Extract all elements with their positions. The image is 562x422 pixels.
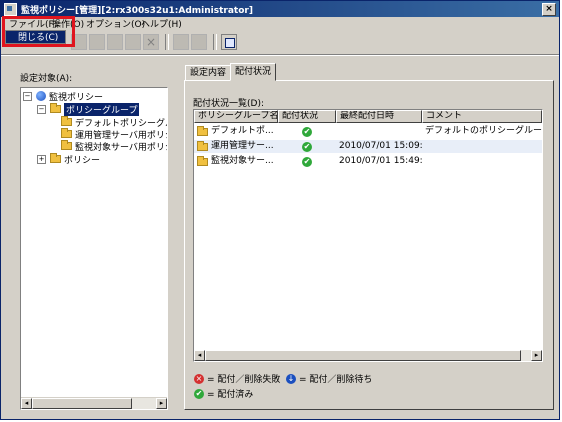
tree-item-monitored-server-policy[interactable]: 監視対象サーバ用ポリシ [61,140,168,153]
toolbar-separator [165,34,169,50]
row-name: 監視対象サー... [211,156,274,166]
tree-item-policy[interactable]: + ポリシー [37,153,101,166]
cell-name: デフォルトポ... [194,125,278,138]
folder-icon [61,140,72,150]
cell-status: ✔ [278,125,336,138]
toolbar-button-4[interactable] [125,34,141,50]
window-title: 監視ポリシー[管理][2:rx300s32u1:Administrator] [21,5,253,16]
check-icon: ✔ [302,141,312,152]
folder-icon [61,128,72,138]
target-label: 設定対象(A): [20,74,73,84]
folder-icon [50,103,61,113]
legend-done-text: = 配付済み [207,390,254,400]
menu-help[interactable]: ヘルプ(H) [136,17,187,30]
tree-item-default-group[interactable]: デフォルトポリシーグル [61,116,167,129]
window-toggle-icon[interactable] [221,34,237,50]
collapse-icon[interactable]: − [37,104,46,114]
folder-icon [197,155,208,166]
toolbar-divider [1,54,559,56]
legend-waiting: ↓ = 配付／削除待ち [286,372,372,385]
distribution-status-list[interactable]: ポリシーグループ名 配付状況 最終配付日時 コメント デフォルトポ... ✔ デ… [193,109,543,362]
scroll-right-icon[interactable]: ▸ [156,398,167,409]
table-row[interactable]: 監視対象サー... ✔ 2010/07/01 15:49:32 [194,155,542,168]
column-header-last-date[interactable]: 最終配付日時 [336,110,422,123]
cell-status: ✔ [278,140,336,153]
cell-date [336,125,422,138]
tab-strip: 設定内容 配付状況 [185,63,277,81]
scroll-thumb[interactable] [205,350,521,361]
close-window-button[interactable]: × [542,3,556,16]
folder-icon [61,116,72,126]
cell-status: ✔ [278,155,336,168]
legend-done: ✔ = 配付済み [194,387,253,400]
menu-bar: ファイル(F) 操作(O) オプション(O) ヘルプ(H) [1,17,559,30]
scroll-thumb[interactable] [32,398,132,409]
policy-tree[interactable]: − 監視ポリシー − ポリシーグループ デフォルトポリシーグル 運用管理サーバ用… [20,87,168,410]
folder-icon [197,140,208,151]
cell-name: 運用管理サー... [194,140,278,153]
tree-label-monitored-server-policy: 監視対象サーバ用ポリシ [75,142,168,153]
tab-settings[interactable]: 設定内容 [185,65,232,81]
cell-comment [422,155,542,168]
toolbar-separator-2 [213,34,217,50]
status-list-label: 配付状況一覧(D): [193,99,264,109]
collapse-icon[interactable]: − [23,91,32,101]
tree-label-group: ポリシーグループ [64,102,140,116]
title-bar: 監視ポリシー[管理][2:rx300s32u1:Administrator] × [1,1,559,17]
error-icon: × [194,373,204,384]
tree-item-group[interactable]: − ポリシーグループ [37,102,140,116]
list-header: ポリシーグループ名 配付状況 最終配付日時 コメント [194,110,542,123]
toolbar-button-5[interactable] [173,34,189,50]
row-name: デフォルトポ... [211,126,274,136]
cell-date: 2010/07/01 15:49:32 [339,156,422,166]
toolbar-button-6[interactable] [191,34,207,50]
check-icon: ✔ [194,388,204,399]
column-header-status[interactable]: 配付状況 [278,110,336,123]
toolbar: × [1,31,559,53]
cell-comment [422,140,542,153]
scroll-left-icon[interactable]: ◂ [21,398,32,409]
app-icon [4,2,17,16]
annotation-highlight [2,16,75,47]
check-icon: ✔ [302,126,312,137]
tree-horizontal-scrollbar[interactable]: ◂ ▸ [21,397,167,409]
app-window: 監視ポリシー[管理][2:rx300s32u1:Administrator] ×… [0,0,560,420]
globe-icon [36,91,46,101]
tree-item-ops-server-policy[interactable]: 運用管理サーバ用ポリシ [61,128,167,141]
scroll-right-icon[interactable]: ▸ [531,350,542,361]
table-row[interactable]: 運用管理サー... ✔ 2010/07/01 15:09:15 [194,140,542,153]
tree-label-root: 監視ポリシー [49,92,104,103]
legend-waiting-text: = 配付／削除待ち [299,375,373,385]
legend-failed-text: = 配付／削除失敗 [207,375,281,385]
legend-failed: × = 配付／削除失敗 [194,372,280,385]
column-header-group-name[interactable]: ポリシーグループ名 [194,110,278,123]
row-name: 運用管理サー... [211,141,274,151]
cell-date: 2010/07/01 15:09:15 [339,141,422,151]
cell-comment: デフォルトのポリシーグループ [425,126,542,136]
delete-icon[interactable]: × [143,34,159,50]
folder-icon [50,153,61,163]
toolbar-button-2[interactable] [89,34,105,50]
tab-distribution-status[interactable]: 配付状況 [230,63,277,81]
toolbar-button-3[interactable] [107,34,123,50]
check-icon: ✔ [302,156,312,167]
tree-label-policy: ポリシー [64,155,101,166]
pane-splitter[interactable] [173,63,177,418]
scroll-left-icon[interactable]: ◂ [194,350,205,361]
folder-icon [197,125,208,136]
list-horizontal-scrollbar[interactable]: ◂ ▸ [194,350,542,361]
table-row[interactable]: デフォルトポ... ✔ デフォルトのポリシーグループ [194,125,542,138]
expand-icon[interactable]: + [37,154,46,164]
column-header-comment[interactable]: コメント [422,110,542,123]
tree-item-root[interactable]: − 監視ポリシー [23,90,104,103]
cell-name: 監視対象サー... [194,155,278,168]
download-icon: ↓ [286,373,296,384]
